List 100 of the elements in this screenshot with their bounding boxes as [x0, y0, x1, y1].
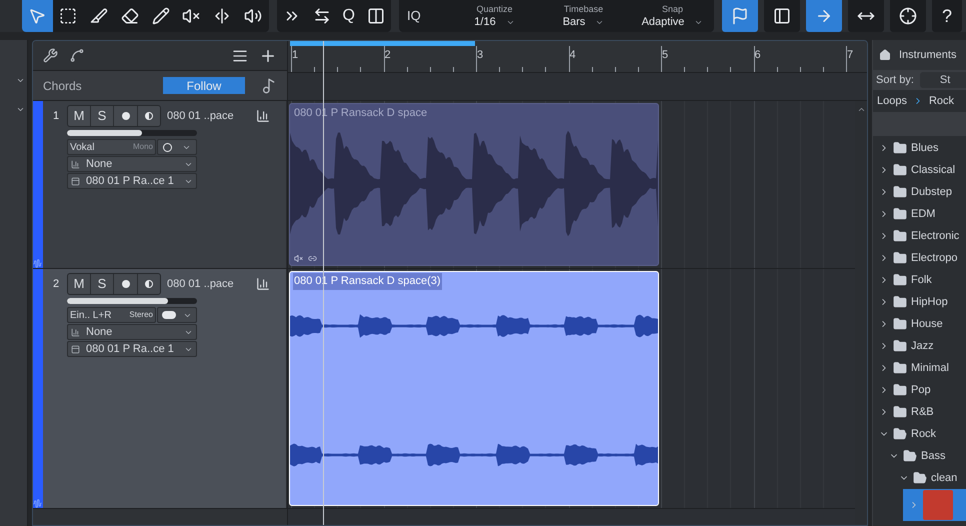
- automation-icon[interactable]: [68, 48, 86, 63]
- insert-label: None: [86, 324, 112, 340]
- output-icon: [71, 176, 80, 186]
- view-button[interactable]: [848, 0, 884, 32]
- flag-icon: [731, 7, 749, 25]
- mute-icon: [182, 7, 200, 25]
- link-icon[interactable]: [307, 254, 318, 263]
- tree-row[interactable]: Classical: [873, 159, 966, 181]
- split-tool-icon[interactable]: [367, 7, 385, 25]
- tree-row[interactable]: Rock: [873, 423, 966, 445]
- folder-label: R&B: [911, 404, 934, 420]
- stereo-icon: [162, 311, 176, 319]
- caret-icon[interactable]: [16, 105, 25, 114]
- timeline-ruler[interactable]: 1 2 3 4 5 6 7: [288, 41, 867, 73]
- folder-icon: [893, 141, 907, 155]
- view-button[interactable]: [890, 0, 926, 32]
- folder-icon: [893, 383, 907, 397]
- track-name: 080 01 ..pace: [167, 276, 234, 292]
- folder-icon: [893, 207, 907, 221]
- tree-row[interactable]: Electropo: [873, 247, 966, 269]
- view-button[interactable]: [764, 0, 800, 32]
- pencil-icon: [152, 7, 170, 25]
- bar-number: 2: [384, 48, 391, 63]
- mixer-icon: [71, 160, 80, 168]
- volume-slider[interactable]: [67, 298, 197, 304]
- mixer-icon: [71, 328, 80, 336]
- bar-number: 1: [292, 48, 298, 63]
- tree-row[interactable]: EDM: [873, 203, 966, 225]
- crosshair-icon: [899, 7, 917, 25]
- input-label: Ein.. L+R: [70, 308, 112, 322]
- sort-dropdown[interactable]: St: [920, 72, 966, 88]
- caret-icon[interactable]: [16, 76, 25, 85]
- loop-thumbnail: [923, 490, 953, 520]
- tree-row[interactable]: Folk: [873, 269, 966, 291]
- setting-dropdown[interactable]: Snap Adaptive: [635, 4, 710, 28]
- setting-value: Adaptive: [642, 16, 684, 28]
- output-selector[interactable]: 080 01 P Ra..ce 1: [67, 173, 197, 189]
- bar-number: 4: [570, 48, 576, 63]
- folder-label: Blues: [911, 140, 939, 156]
- breadcrumb-link[interactable]: Loops: [877, 92, 907, 110]
- insert-label: None: [86, 156, 112, 172]
- output-selector[interactable]: 080 01 P Ra..ce 1: [67, 341, 197, 357]
- tree-row[interactable]: clean: [893, 467, 966, 489]
- tree-row[interactable]: House: [873, 313, 966, 335]
- home-icon[interactable]: [879, 49, 891, 61]
- mute-button[interactable]: M: [68, 274, 91, 294]
- input-selector[interactable]: Ein.. L+R Stereo: [67, 307, 156, 323]
- setting-dropdown[interactable]: Quantize 1/16: [457, 4, 532, 28]
- tree-row[interactable]: Minimal: [873, 357, 966, 379]
- input-label: Vokal: [70, 140, 94, 154]
- tree-row[interactable]: Bass: [883, 445, 966, 467]
- folder-icon: [893, 273, 907, 287]
- insert-selector[interactable]: None: [67, 324, 197, 340]
- tree-row[interactable]: Blues: [873, 137, 966, 159]
- channel-label: Mono: [132, 141, 153, 153]
- track-header[interactable]: 1 M S 080 01 ..pace Vokal Mono None 080 01 P Ra..ce 1: [33, 101, 287, 269]
- mute-icon[interactable]: [294, 254, 303, 263]
- knife-icon: [90, 7, 108, 25]
- breadcrumb-link[interactable]: Rock: [928, 92, 954, 110]
- tree-row[interactable]: Jazz: [873, 335, 966, 357]
- bar-number: 5: [662, 48, 668, 63]
- input-selector[interactable]: Vokal Mono: [67, 139, 156, 155]
- folder-label: Bass: [921, 448, 946, 464]
- folder-label: Pop: [911, 382, 931, 398]
- folder-open-icon: [893, 427, 907, 441]
- scroll-up-icon[interactable]: [856, 105, 866, 114]
- chords-label: Chords: [43, 78, 82, 94]
- pointer-icon: [28, 7, 46, 25]
- folder-label: Jazz: [911, 338, 934, 354]
- wrench-icon[interactable]: [43, 48, 58, 63]
- track-header[interactable]: 2 M S 080 01 ..pace Ein.. L+R Stereo None 080 01 P Ra..ce 1: [33, 269, 287, 509]
- folder-label: Minimal: [911, 360, 949, 376]
- monitor-toggle[interactable]: [157, 139, 197, 155]
- setting-label: Snap: [662, 4, 684, 14]
- folder-open-icon: [913, 471, 927, 485]
- tree-row[interactable]: Pop: [873, 379, 966, 401]
- iq-label[interactable]: IQ: [407, 6, 443, 26]
- folder-icon: [893, 405, 907, 419]
- monitor-toggle[interactable]: [157, 307, 197, 323]
- folder-label: EDM: [911, 206, 936, 222]
- solo-button[interactable]: S: [91, 274, 114, 294]
- tree-row[interactable]: HipHop: [873, 291, 966, 313]
- volume-slider[interactable]: [67, 130, 197, 136]
- insert-selector[interactable]: None: [67, 156, 197, 172]
- tree-row[interactable]: R&B: [873, 401, 966, 423]
- split-icon: [213, 7, 232, 25]
- mute-button[interactable]: M: [68, 106, 91, 126]
- setting-dropdown[interactable]: Timebase Bars: [546, 4, 621, 28]
- folder-label: Dubstep: [911, 184, 952, 200]
- tree-row[interactable]: Electronic: [873, 225, 966, 247]
- help-button[interactable]: ?: [932, 0, 962, 32]
- stretch-icon[interactable]: [312, 7, 331, 25]
- list-icon[interactable]: [231, 48, 249, 64]
- folder-icon: [893, 163, 907, 177]
- quantize-key[interactable]: Q: [342, 4, 355, 28]
- folder-label: clean: [931, 470, 958, 486]
- chord-track-icon[interactable]: [261, 78, 277, 94]
- folder-label: HipHop: [911, 294, 948, 310]
- tree-row[interactable]: Dubstep: [873, 181, 966, 203]
- solo-button[interactable]: S: [91, 106, 114, 126]
